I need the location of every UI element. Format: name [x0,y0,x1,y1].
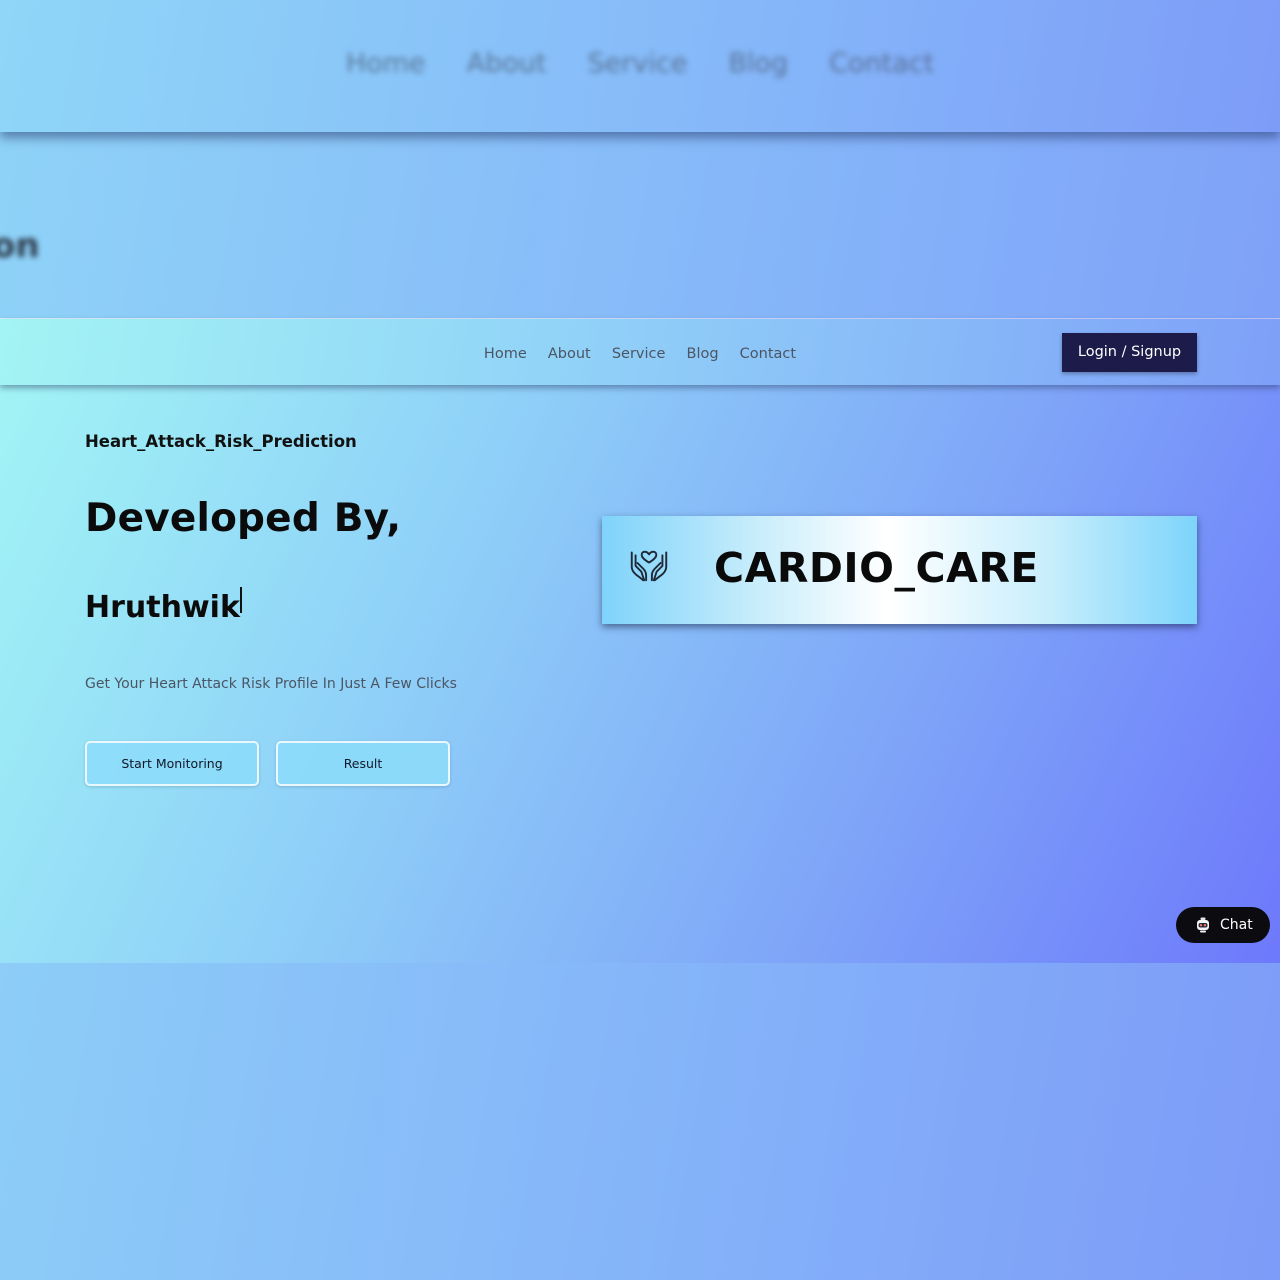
result-button[interactable]: Result [276,741,450,786]
login-signup-button[interactable]: Login / Signup [1062,333,1197,372]
chat-button[interactable]: Chat [1176,907,1270,943]
nav-link-about[interactable]: About [548,346,591,362]
background-heading-fragment: on [0,226,40,266]
background-nav-contact: Contact [829,48,935,79]
main-page: Home About Service Blog Contact Login / … [0,318,1280,963]
author-name: Hruthwik [85,590,240,625]
developed-by-heading: Developed By, [85,496,402,541]
background-nav-service: Service [587,48,688,79]
start-monitoring-button[interactable]: Start Monitoring [85,741,259,786]
nav-link-service[interactable]: Service [612,346,666,362]
typing-caret [239,587,242,613]
brand-name: CARDIO_CARE [714,544,1039,592]
author-name-line: Hruthwik [85,587,242,625]
background-nav-links: Home About Service Blog Contact [0,48,1280,79]
project-subtitle: Heart_Attack_Risk_Prediction [85,432,357,451]
background-nav-blog: Blog [728,48,789,79]
background-nav-about: About [466,48,547,79]
robot-icon [1197,917,1209,933]
nav-link-home[interactable]: Home [484,346,527,362]
heart-hands-icon [630,550,668,582]
background-navbar: Home About Service Blog Contact [0,0,1280,132]
nav-link-contact[interactable]: Contact [740,346,796,362]
hero-tagline: Get Your Heart Attack Risk Profile In Ju… [85,676,457,692]
nav-link-blog[interactable]: Blog [687,346,719,362]
background-nav-home: Home [345,48,426,79]
chat-label: Chat [1220,917,1253,933]
navbar: Home About Service Blog Contact Login / … [0,319,1280,385]
brand-card: CARDIO_CARE [602,516,1197,624]
